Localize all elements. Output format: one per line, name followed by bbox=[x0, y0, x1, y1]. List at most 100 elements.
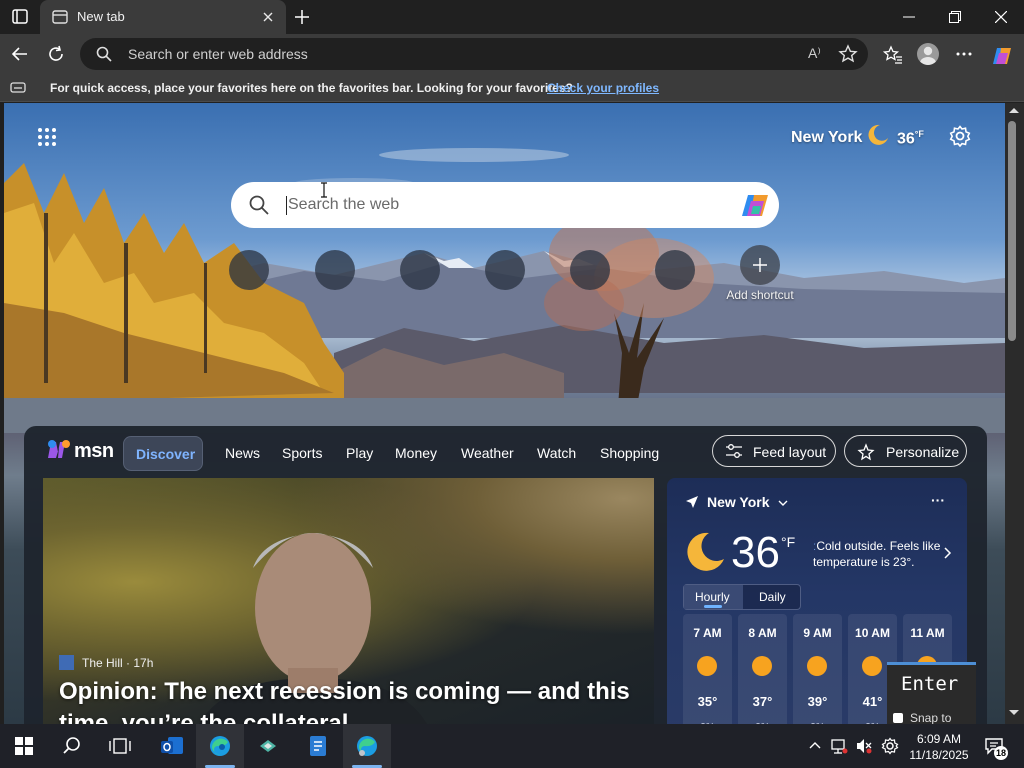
app-icon bbox=[260, 740, 276, 752]
sun-icon bbox=[697, 656, 717, 676]
shortcut-tile[interactable] bbox=[485, 250, 525, 290]
taskbar: 6:09 AM 11/18/2025 18 bbox=[0, 724, 1024, 768]
search-taskbar-button[interactable] bbox=[48, 724, 96, 768]
msn-brand[interactable]: msn bbox=[74, 440, 114, 463]
plus-icon bbox=[753, 258, 767, 272]
nav-money[interactable]: Money bbox=[395, 445, 437, 461]
chevron-up-icon[interactable] bbox=[807, 737, 823, 753]
edge-icon bbox=[210, 736, 230, 756]
close-window-button[interactable] bbox=[978, 0, 1024, 34]
system-clock[interactable]: 6:09 AM 11/18/2025 bbox=[906, 731, 972, 763]
notification-center-button[interactable]: 18 bbox=[984, 736, 1008, 760]
sun-icon bbox=[862, 656, 882, 676]
nav-play[interactable]: Play bbox=[346, 445, 373, 461]
read-aloud-icon[interactable]: A⁾ bbox=[808, 45, 821, 62]
new-tab-button[interactable] bbox=[290, 6, 314, 28]
apps-launcher-icon[interactable] bbox=[37, 127, 57, 147]
title-bar: New tab bbox=[0, 0, 1024, 34]
scrollbar-thumb[interactable] bbox=[1008, 121, 1016, 341]
page-scrollbar[interactable] bbox=[1005, 103, 1024, 724]
scroll-up-icon[interactable] bbox=[1006, 106, 1022, 116]
favorites-button[interactable] bbox=[878, 41, 906, 67]
nav-news[interactable]: News bbox=[225, 445, 260, 461]
shortcut-tile[interactable] bbox=[570, 250, 610, 290]
close-icon bbox=[995, 11, 1007, 23]
refresh-button[interactable] bbox=[42, 41, 70, 67]
search-placeholder: Search the web bbox=[288, 196, 400, 213]
snap-checkbox[interactable] bbox=[893, 713, 903, 723]
taskbar-app-3[interactable] bbox=[244, 724, 292, 768]
tab-hourly[interactable]: Hourly bbox=[684, 585, 743, 609]
hero-article[interactable]: The Hill · 17h Opinion: The next recessi… bbox=[43, 478, 654, 724]
tab-title: New tab bbox=[77, 9, 125, 24]
key-hint-popup: Enter Snap to bbox=[887, 662, 976, 725]
hourly-forecast-item: 8 AM 37°0% bbox=[738, 614, 787, 724]
browser-toolbar: Search or enter web address A⁾ bbox=[0, 34, 1024, 74]
gear-icon[interactable] bbox=[949, 125, 971, 147]
profile-avatar[interactable] bbox=[917, 43, 939, 65]
location-arrow-icon bbox=[686, 496, 698, 508]
copilot-button[interactable] bbox=[986, 41, 1014, 67]
nav-shopping[interactable]: Shopping bbox=[600, 445, 659, 461]
shortcut-tile[interactable] bbox=[655, 250, 695, 290]
document-icon bbox=[310, 736, 326, 756]
shortcut-tile[interactable] bbox=[315, 250, 355, 290]
header-weather-location[interactable]: New York bbox=[791, 129, 862, 147]
article-headline[interactable]: Opinion: The next recession is coming — … bbox=[59, 676, 649, 724]
network-icon[interactable] bbox=[830, 737, 848, 755]
speaker-muted-icon[interactable] bbox=[855, 737, 873, 755]
restore-button[interactable] bbox=[932, 0, 978, 34]
shortcut-tile[interactable] bbox=[400, 250, 440, 290]
search-icon bbox=[96, 46, 112, 62]
weather-more-button[interactable]: ··· bbox=[931, 492, 945, 508]
weather-description: ːCold outside. Feels like temperature is… bbox=[813, 539, 941, 569]
new-tab-favicon-icon bbox=[52, 10, 68, 24]
task-view-button[interactable] bbox=[96, 724, 144, 768]
web-search-box[interactable]: Search the web bbox=[231, 182, 779, 228]
key-hint-label: Enter bbox=[901, 673, 959, 695]
weather-unit[interactable]: °F bbox=[781, 534, 795, 550]
feed-layout-button[interactable]: Feed layout bbox=[712, 435, 836, 467]
person-icon bbox=[920, 46, 936, 65]
address-bar[interactable]: Search or enter web address A⁾ bbox=[80, 38, 868, 70]
tab-actions-button[interactable] bbox=[6, 5, 34, 29]
restore-icon bbox=[949, 11, 961, 23]
chevron-down-icon[interactable] bbox=[777, 498, 789, 508]
nav-watch[interactable]: Watch bbox=[537, 445, 576, 461]
chevron-right-icon[interactable] bbox=[943, 546, 953, 560]
hourly-forecast-item: 9 AM 39°0% bbox=[793, 614, 842, 724]
clock-date: 11/18/2025 bbox=[909, 748, 969, 762]
check-profiles-link[interactable]: Check your profiles bbox=[547, 81, 659, 95]
copilot-icon bbox=[993, 48, 1011, 64]
favorite-star-icon[interactable] bbox=[838, 44, 858, 64]
scroll-down-icon[interactable] bbox=[1006, 707, 1022, 717]
add-shortcut-button[interactable] bbox=[740, 245, 780, 285]
nav-weather[interactable]: Weather bbox=[461, 445, 514, 461]
settings-and-more-button[interactable] bbox=[950, 41, 978, 67]
gear-icon[interactable] bbox=[881, 737, 899, 755]
taskbar-edge-second[interactable] bbox=[343, 724, 391, 768]
copilot-icon[interactable] bbox=[740, 193, 770, 219]
header-weather-temperature[interactable]: 36°F bbox=[897, 129, 924, 148]
taskbar-outlook[interactable] bbox=[148, 724, 196, 768]
minimize-button[interactable] bbox=[886, 0, 932, 34]
close-tab-icon[interactable] bbox=[260, 9, 276, 25]
weather-location[interactable]: New York bbox=[707, 494, 770, 510]
tab-new-tab[interactable]: New tab bbox=[40, 0, 286, 34]
back-button[interactable] bbox=[6, 41, 34, 67]
shortcut-tile[interactable] bbox=[229, 250, 269, 290]
start-button[interactable] bbox=[0, 724, 48, 768]
taskbar-edge-active[interactable] bbox=[196, 724, 244, 768]
taskbar-word[interactable] bbox=[294, 724, 342, 768]
nav-discover[interactable]: Discover bbox=[123, 436, 203, 471]
favorites-list-icon bbox=[883, 45, 902, 64]
address-placeholder: Search or enter web address bbox=[128, 46, 308, 62]
msn-logo-icon bbox=[48, 440, 70, 458]
nav-sports[interactable]: Sports bbox=[282, 445, 322, 461]
minimize-icon bbox=[903, 16, 915, 18]
search-icon bbox=[249, 195, 269, 215]
personalize-button[interactable]: Personalize bbox=[844, 435, 967, 467]
notification-count-badge: 18 bbox=[994, 746, 1008, 760]
tab-daily[interactable]: Daily bbox=[744, 585, 802, 609]
snap-label: Snap to bbox=[910, 711, 952, 725]
